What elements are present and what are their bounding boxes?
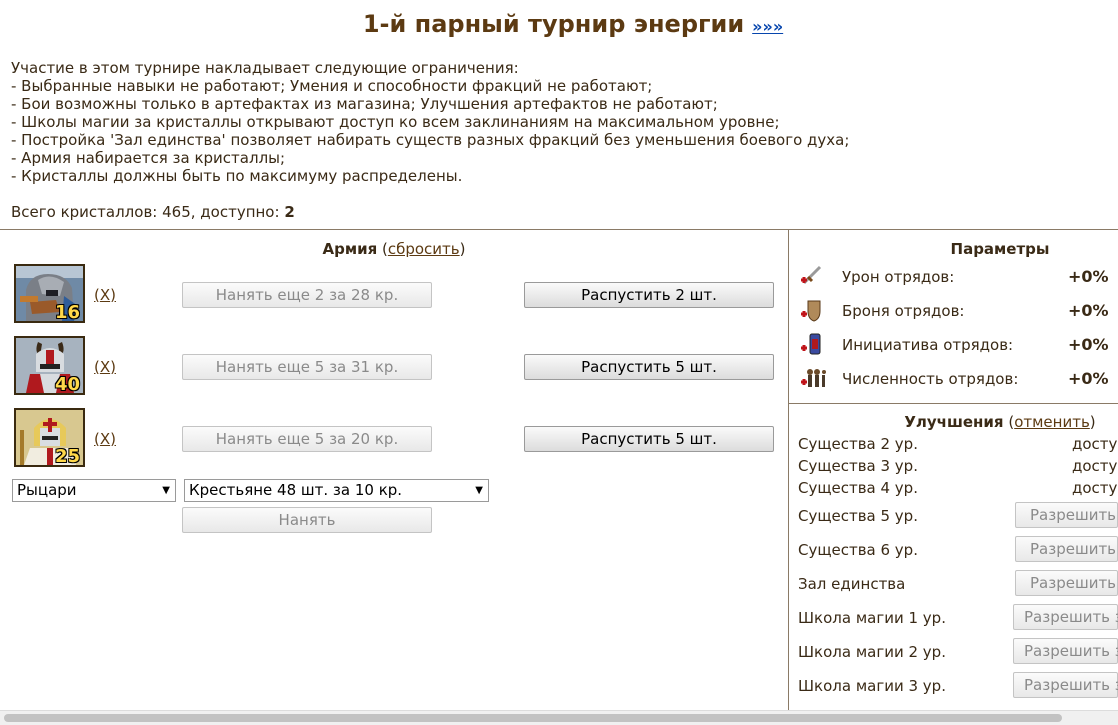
army-title: Армия: [322, 240, 378, 258]
unit-remove-link[interactable]: (X): [94, 358, 116, 376]
param-row: Урон отрядов: +0%: [798, 263, 1118, 291]
unit-portrait-swordsman: 40: [14, 336, 85, 395]
restriction-line: - Бои возможны только в артефактах из ма…: [11, 95, 718, 113]
hire-more-button[interactable]: Нанять еще 2 за 28 кр.: [182, 282, 432, 308]
params-title: Параметры: [950, 240, 1050, 258]
restriction-line: - Кристаллы должны быть по максимуму рас…: [11, 167, 463, 185]
unit-remove-label[interactable]: X: [100, 430, 110, 448]
page-title: 1-й парный турнир энергии: [362, 10, 745, 38]
upgrade-label: Существа 6 ур.: [798, 541, 918, 559]
unit-remove-label[interactable]: X: [100, 286, 110, 304]
param-value: +0%: [1068, 301, 1109, 320]
shield-armor-icon: [801, 300, 821, 322]
dismiss-button[interactable]: Распустить 5 шт.: [524, 354, 774, 380]
upgrade-label: Существа 4 ур.: [798, 479, 918, 497]
allow-unity-hall-button[interactable]: Разрешить: [1015, 570, 1118, 596]
upgrade-status: досту: [1072, 457, 1118, 475]
upgrade-status: досту: [1072, 435, 1118, 453]
upgrades-cancel-link[interactable]: отменить: [1014, 413, 1090, 431]
faction-select[interactable]: Рыцари ▼: [12, 479, 176, 502]
restriction-line: - Школы магии за кристаллы открывают дос…: [11, 113, 780, 131]
upgrade-label: Школа магии 3 ур.: [798, 677, 946, 695]
dismiss-button[interactable]: Распустить 2 шт.: [524, 282, 774, 308]
allow-creatures-6-button[interactable]: Разрешить: [1015, 536, 1118, 562]
horizontal-scrollbar[interactable]: [0, 710, 1118, 725]
unit-count: 16: [54, 302, 80, 323]
upgrades-header: Улучшения (отменить): [904, 413, 1096, 431]
section-divider: [0, 229, 1118, 230]
hire-more-button[interactable]: Нанять еще 5 за 31 кр.: [182, 354, 432, 380]
scrollbar-thumb[interactable]: [4, 714, 1062, 722]
param-label: Инициатива отрядов:: [842, 336, 1014, 354]
army-unit-row: 25 (X) Нанять еще 5 за 20 кр. Распустить…: [14, 408, 784, 472]
upgrade-label: Существа 2 ур.: [798, 435, 918, 453]
unit-portrait-priest: 25: [14, 408, 85, 467]
upgrades-title: Улучшения: [904, 413, 1004, 431]
army-header: Армия (сбросить): [322, 240, 466, 258]
creature-select-value: Крестьяне 48 шт. за 10 кр.: [189, 481, 403, 499]
upgrade-label: Существа 3 ур.: [798, 457, 918, 475]
dropdown-arrow-icon: ▼: [475, 485, 483, 496]
param-value: +0%: [1068, 335, 1109, 354]
allow-creatures-5-button[interactable]: Разрешить: [1015, 502, 1118, 528]
restriction-line: Участие в этом турнире накладывает следу…: [11, 59, 519, 77]
allow-magic-school-2-button[interactable]: Разрешить з: [1013, 638, 1118, 664]
army-unit-row: 40 (X) Нанять еще 5 за 31 кр. Распустить…: [14, 336, 784, 400]
restriction-line: - Выбранные навыки не работают; Умения и…: [11, 77, 653, 95]
troops-count-icon: [801, 369, 826, 387]
dropdown-arrow-icon: ▼: [162, 485, 170, 496]
tournament-header: 1-й парный турнир энергии »»»: [0, 10, 1118, 38]
allow-magic-school-1-button[interactable]: Разрешить з: [1013, 604, 1118, 630]
army-unit-row: 16 (X) Нанять еще 2 за 28 кр. Распустить…: [14, 264, 784, 328]
upgrade-status: досту: [1072, 479, 1118, 497]
param-row: Численность отрядов: +0%: [798, 365, 1118, 393]
restriction-line: - Постройка 'Зал единства' позволяет наб…: [11, 131, 850, 149]
crystal-totals: Всего кристаллов: 465, доступно: 2: [11, 203, 295, 221]
hire-button[interactable]: Нанять: [182, 507, 432, 533]
param-label: Численность отрядов:: [842, 370, 1019, 388]
creature-select[interactable]: Крестьяне 48 шт. за 10 кр. ▼: [184, 479, 489, 502]
dismiss-button[interactable]: Распустить 5 шт.: [524, 426, 774, 452]
column-divider: [788, 229, 789, 710]
hire-more-button[interactable]: Нанять еще 5 за 20 кр.: [182, 426, 432, 452]
unit-count: 40: [54, 374, 80, 395]
crystals-available: 2: [284, 203, 295, 221]
unit-portrait-crossbowman: 16: [14, 264, 85, 323]
param-label: Броня отрядов:: [842, 302, 965, 320]
unit-count: 25: [54, 446, 80, 467]
params-divider: [788, 403, 1118, 404]
crystal-totals-label: Всего кристаллов: 465, доступно:: [11, 203, 285, 221]
unit-remove-link[interactable]: (X): [94, 430, 116, 448]
unit-remove-link[interactable]: (X): [94, 286, 116, 304]
upgrade-label: Зал единства: [798, 575, 906, 593]
param-value: +0%: [1068, 369, 1109, 388]
sword-damage-icon: [801, 265, 822, 285]
param-row: Инициатива отрядов: +0%: [798, 331, 1118, 359]
upgrade-label: Существа 5 ур.: [798, 507, 918, 525]
faction-select-value: Рыцари: [17, 481, 77, 499]
restriction-line: - Армия набирается за кристаллы;: [11, 149, 286, 167]
allow-magic-school-3-button[interactable]: Разрешить з: [1013, 672, 1118, 698]
unit-remove-label[interactable]: X: [100, 358, 110, 376]
army-reset-link[interactable]: сбросить: [388, 240, 460, 258]
restrictions-text: Участие в этом турнире накладывает следу…: [11, 59, 849, 185]
more-link[interactable]: »»»: [752, 17, 783, 36]
param-row: Броня отрядов: +0%: [798, 297, 1118, 325]
param-label: Урон отрядов:: [842, 268, 955, 286]
hourglass-initiative-icon: [801, 333, 821, 355]
upgrade-label: Школа магии 2 ур.: [798, 643, 946, 661]
upgrade-label: Школа магии 1 ур.: [798, 609, 946, 627]
param-value: +0%: [1068, 267, 1109, 286]
